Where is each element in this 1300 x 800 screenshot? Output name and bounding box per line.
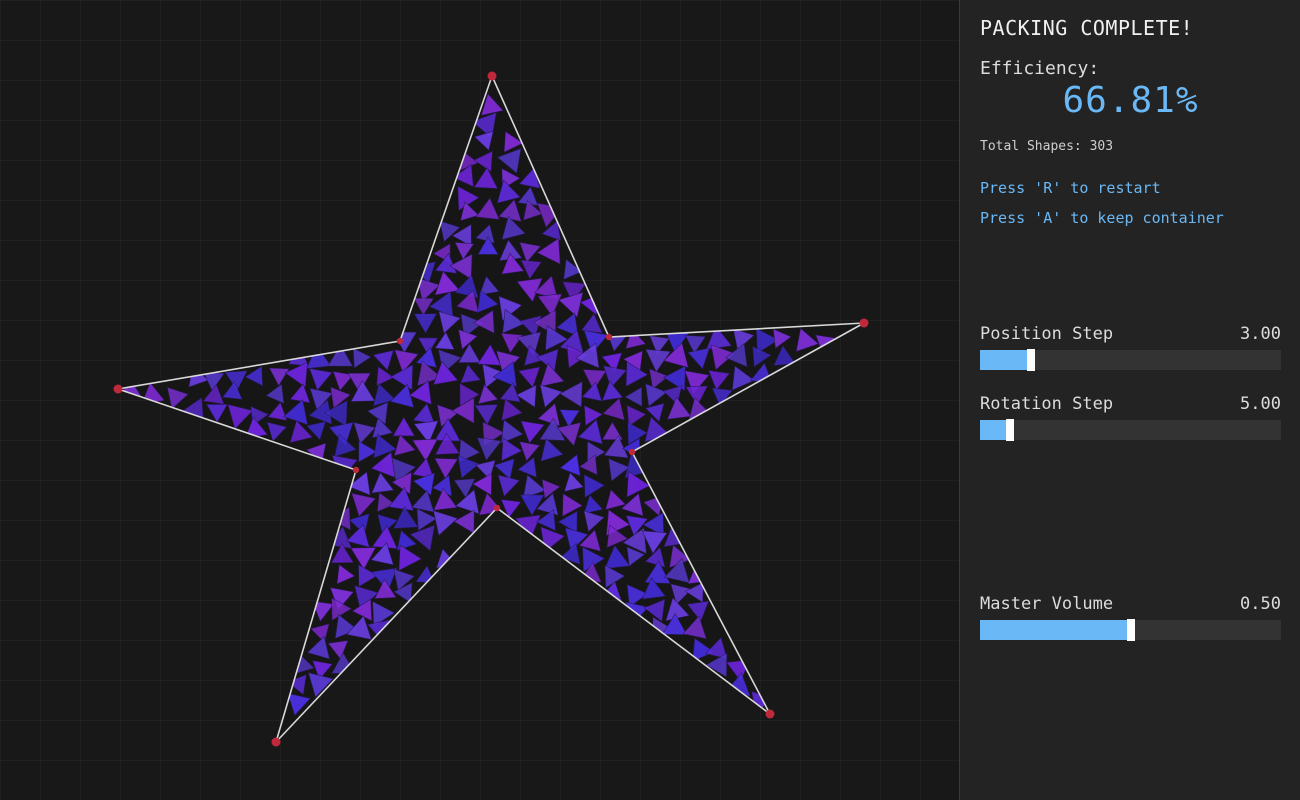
- master-volume-value: 0.50: [1240, 594, 1281, 614]
- restart-hint: Press 'R' to restart: [980, 179, 1161, 197]
- status-title: PACKING COMPLETE!: [980, 16, 1194, 40]
- container-vertex[interactable]: [113, 384, 123, 394]
- container-vertex[interactable]: [628, 448, 636, 456]
- packing-canvas[interactable]: [0, 0, 959, 800]
- master-volume-thumb[interactable]: [1126, 619, 1135, 641]
- master-volume-track[interactable]: [980, 619, 1281, 641]
- position-step-track[interactable]: [980, 349, 1281, 371]
- rotation-step-label: Rotation Step: [980, 394, 1114, 414]
- efficiency-label: Efficiency:: [980, 58, 1100, 79]
- rotation-step-thumb[interactable]: [1006, 419, 1015, 441]
- position-step-fill: [980, 350, 1032, 370]
- container-vertex[interactable]: [765, 709, 775, 719]
- container-vertex[interactable]: [352, 466, 360, 474]
- container-vertex[interactable]: [271, 737, 281, 747]
- master-volume-label: Master Volume: [980, 594, 1114, 614]
- position-step-value: 3.00: [1240, 324, 1281, 344]
- container-vertex[interactable]: [487, 71, 497, 81]
- efficiency-value: 66.81%: [1062, 80, 1199, 121]
- container-vertex[interactable]: [396, 337, 404, 345]
- packing-visualization: [113, 71, 869, 747]
- container-vertex[interactable]: [493, 504, 501, 512]
- rotation-step-track[interactable]: [980, 419, 1281, 441]
- master-volume-fill: [980, 620, 1131, 640]
- position-step-thumb[interactable]: [1027, 349, 1036, 371]
- position-step-label: Position Step: [980, 324, 1114, 344]
- app-window: PACKING COMPLETE! Efficiency: 66.81% Tot…: [0, 0, 1300, 800]
- rotation-step-value: 5.00: [1240, 394, 1281, 414]
- keep-container-hint: Press 'A' to keep container: [980, 209, 1224, 227]
- control-panel: PACKING COMPLETE! Efficiency: 66.81% Tot…: [959, 0, 1300, 800]
- container-vertex[interactable]: [859, 318, 869, 328]
- total-shapes-count: Total Shapes: 303: [980, 139, 1114, 154]
- container-vertex[interactable]: [605, 333, 613, 341]
